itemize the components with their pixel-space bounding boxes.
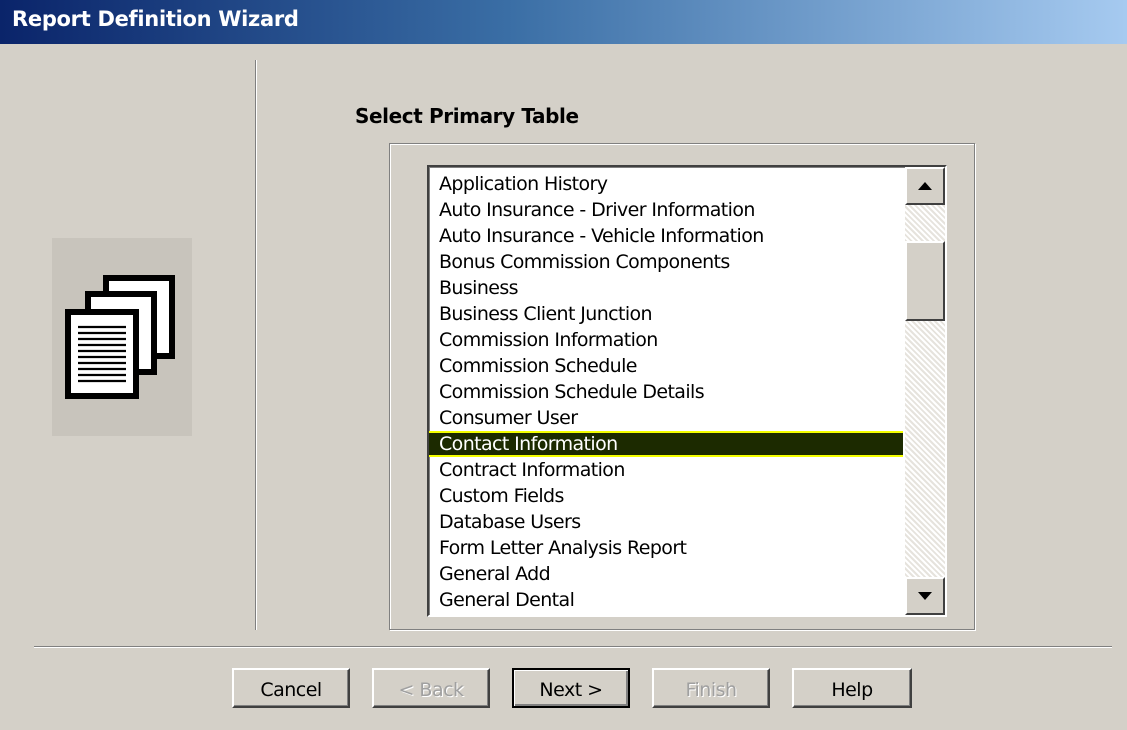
list-item[interactable]: Auto Insurance - Driver Information: [429, 197, 903, 223]
list-item[interactable]: Custom Fields: [429, 483, 903, 509]
list-item[interactable]: Auto Insurance - Vehicle Information: [429, 223, 903, 249]
table-list[interactable]: Application History Auto Insurance - Driv…: [429, 171, 903, 613]
list-item[interactable]: Business: [429, 275, 903, 301]
list-item[interactable]: Database Users: [429, 509, 903, 535]
back-button[interactable]: < Back: [372, 668, 490, 708]
window-title: Report Definition Wizard: [12, 7, 299, 31]
scroll-down-arrow-icon: [918, 592, 932, 600]
list-item[interactable]: Application History: [429, 171, 903, 197]
list-item[interactable]: Contract Information: [429, 457, 903, 483]
cancel-button[interactable]: Cancel: [232, 668, 350, 708]
list-item[interactable]: General Add: [429, 561, 903, 587]
vertical-divider: [255, 60, 257, 630]
list-item[interactable]: Bonus Commission Components: [429, 249, 903, 275]
page-heading: Select Primary Table: [355, 104, 579, 128]
scroll-thumb[interactable]: [905, 241, 945, 321]
finish-button[interactable]: Finish: [652, 668, 770, 708]
list-item[interactable]: Consumer User: [429, 405, 903, 431]
list-item[interactable]: Business Client Junction: [429, 301, 903, 327]
next-button[interactable]: Next >: [512, 668, 630, 708]
scroll-up-arrow-icon: [918, 182, 932, 190]
list-item-selected[interactable]: Contact Information: [429, 431, 903, 457]
list-item[interactable]: Commission Schedule: [429, 353, 903, 379]
horizontal-divider: [34, 646, 1112, 648]
list-item[interactable]: General Dental: [429, 587, 903, 613]
list-item[interactable]: Form Letter Analysis Report: [429, 535, 903, 561]
help-button[interactable]: Help: [792, 668, 912, 708]
primary-table-listbox[interactable]: Application History Auto Insurance - Driv…: [427, 165, 947, 617]
scroll-down-button[interactable]: [905, 577, 945, 615]
vertical-scrollbar[interactable]: [905, 167, 945, 615]
scroll-up-button[interactable]: [905, 167, 945, 205]
wizard-icon-panel: [52, 238, 192, 436]
documents-stack-icon: [65, 275, 175, 399]
list-item[interactable]: Commission Schedule Details: [429, 379, 903, 405]
list-item[interactable]: Commission Information: [429, 327, 903, 353]
title-bar: Report Definition Wizard: [0, 0, 1127, 44]
